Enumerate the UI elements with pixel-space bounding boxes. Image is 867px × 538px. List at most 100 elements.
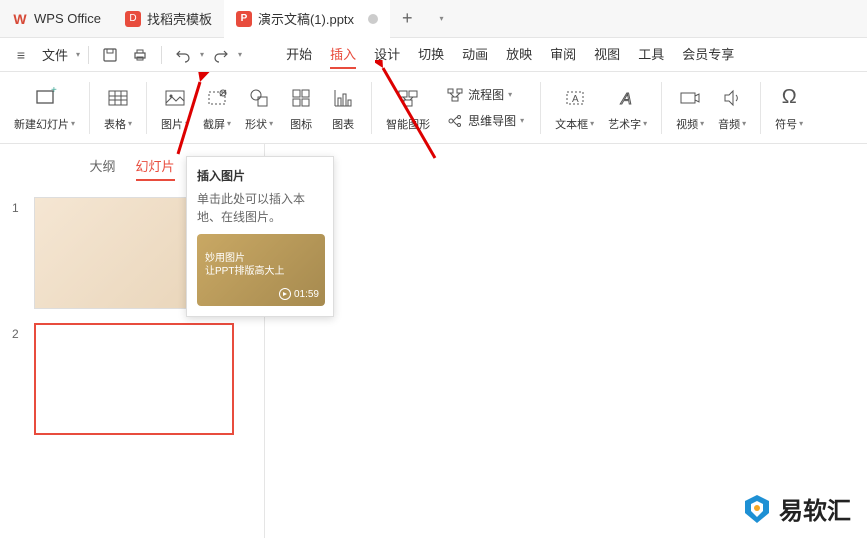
menu-tabs: 开始 插入 设计 切换 动画 放映 审阅 视图 工具 会员专享 xyxy=(286,40,734,69)
app-tab-wps[interactable]: W WPS Office xyxy=(0,0,113,38)
tab-view[interactable]: 视图 xyxy=(594,40,620,69)
chart-label: 图表 xyxy=(332,116,354,132)
template-icon: D xyxy=(125,11,141,27)
file-menu[interactable]: 文件 xyxy=(38,45,72,64)
video-button[interactable]: 视频▾ xyxy=(670,80,710,136)
ppt-icon: P xyxy=(236,11,252,27)
screenshot-icon xyxy=(203,84,231,112)
card-line1: 妙用图片 xyxy=(205,252,317,265)
image-icon xyxy=(161,84,189,112)
divider xyxy=(88,46,89,64)
file-caret-icon: ▾ xyxy=(76,50,80,59)
flowchart-label: 流程图 xyxy=(468,86,504,103)
image-button[interactable]: 图片▾ xyxy=(155,80,195,136)
watermark-text: 易软汇 xyxy=(779,491,851,526)
tab-transition[interactable]: 切换 xyxy=(418,40,444,69)
symbol-button[interactable]: Ω 符号▾ xyxy=(769,80,809,136)
tooltip-video-card[interactable]: 妙用图片 让PPT排版高大上 01:59 xyxy=(197,234,325,306)
new-slide-button[interactable]: + 新建幻灯片▾ xyxy=(8,80,81,136)
tab-template[interactable]: D 找稻壳模板 xyxy=(113,0,224,38)
slides-tab[interactable]: 幻灯片 xyxy=(136,152,175,181)
video-icon xyxy=(676,84,704,112)
table-label: 表格 xyxy=(104,116,126,132)
tab-slideshow[interactable]: 放映 xyxy=(506,40,532,69)
divider xyxy=(161,46,162,64)
tab-document-label: 演示文稿(1).pptx xyxy=(258,9,354,28)
screenshot-label: 截屏 xyxy=(203,116,225,132)
svg-text:A: A xyxy=(572,94,579,105)
flowchart-icon xyxy=(446,86,464,104)
video-duration: 01:59 xyxy=(279,288,319,300)
tooltip-title: 插入图片 xyxy=(197,167,323,184)
tab-document[interactable]: P 演示文稿(1).pptx xyxy=(224,0,390,38)
icons-icon xyxy=(287,84,315,112)
tab-template-label: 找稻壳模板 xyxy=(147,9,212,28)
flowchart-button[interactable]: 流程图▾ xyxy=(442,84,528,106)
shape-button[interactable]: 形状▾ xyxy=(239,80,279,136)
icon-label: 图标 xyxy=(290,116,312,132)
svg-text:+: + xyxy=(51,85,57,96)
print-icon[interactable] xyxy=(127,42,153,68)
duration-text: 01:59 xyxy=(294,289,319,300)
tab-review[interactable]: 审阅 xyxy=(550,40,576,69)
shape-icon xyxy=(245,84,273,112)
wordart-label: 艺术字 xyxy=(608,116,641,132)
watermark: 易软汇 xyxy=(741,491,851,526)
slide-thumb-2[interactable] xyxy=(34,323,234,435)
screenshot-button[interactable]: 截屏▾ xyxy=(197,80,237,136)
undo-caret[interactable]: ▾ xyxy=(200,50,204,59)
thumb-number: 1 xyxy=(12,197,26,215)
symbol-label: 符号 xyxy=(775,116,797,132)
play-icon xyxy=(279,288,291,300)
audio-icon xyxy=(718,84,746,112)
thumb-row: 2 xyxy=(12,323,252,435)
symbol-icon: Ω xyxy=(775,84,803,112)
save-icon[interactable] xyxy=(97,42,123,68)
table-button[interactable]: 表格▾ xyxy=(98,80,138,136)
add-tab-button[interactable]: + xyxy=(390,8,425,29)
tab-start[interactable]: 开始 xyxy=(286,40,312,69)
icon-button[interactable]: 图标 xyxy=(281,80,321,136)
wordart-icon: A xyxy=(614,84,642,112)
tab-tools[interactable]: 工具 xyxy=(638,40,664,69)
divider xyxy=(371,82,372,134)
mindmap-button[interactable]: 思维导图▾ xyxy=(442,110,528,132)
undo-icon[interactable] xyxy=(170,42,196,68)
audio-button[interactable]: 音频▾ xyxy=(712,80,752,136)
chart-button[interactable]: 图表 xyxy=(323,80,363,136)
textbox-button[interactable]: A 文本框▾ xyxy=(549,80,600,136)
hamburger-icon[interactable]: ≡ xyxy=(8,42,34,68)
image-label: 图片 xyxy=(161,116,183,132)
shape-label: 形状 xyxy=(245,116,267,132)
canvas[interactable] xyxy=(265,144,867,538)
new-slide-label: 新建幻灯片 xyxy=(14,116,69,132)
title-bar: W WPS Office D 找稻壳模板 P 演示文稿(1).pptx + ▾ xyxy=(0,0,867,38)
video-label: 视频 xyxy=(676,116,698,132)
divider xyxy=(540,82,541,134)
chart-icon xyxy=(329,84,357,112)
close-tab-icon[interactable] xyxy=(368,14,378,24)
smartart-button[interactable]: 智能图形 xyxy=(380,80,436,136)
menu-bar: ≡ 文件 ▾ ▾ ▾ 开始 插入 设计 切换 动画 放映 审阅 视图 工具 会员… xyxy=(0,38,867,72)
divider xyxy=(89,82,90,134)
tab-overflow-caret[interactable]: ▾ xyxy=(429,6,455,32)
textbox-label: 文本框 xyxy=(555,116,588,132)
tab-insert[interactable]: 插入 xyxy=(330,40,356,69)
redo-icon[interactable] xyxy=(208,42,234,68)
new-slide-icon: + xyxy=(31,84,59,112)
ribbon: + 新建幻灯片▾ 表格▾ 图片▾ 截屏▾ 形状▾ 图标 图表 智能图形 流程图▾ xyxy=(0,72,867,144)
divider xyxy=(760,82,761,134)
svg-text:A: A xyxy=(620,91,632,108)
diagram-column: 流程图▾ 思维导图▾ xyxy=(438,84,532,132)
tab-member[interactable]: 会员专享 xyxy=(682,40,734,69)
outline-tab[interactable]: 大纲 xyxy=(89,152,115,181)
tab-animation[interactable]: 动画 xyxy=(462,40,488,69)
redo-caret[interactable]: ▾ xyxy=(238,50,242,59)
tab-design[interactable]: 设计 xyxy=(374,40,400,69)
mindmap-label: 思维导图 xyxy=(468,112,516,129)
table-icon xyxy=(104,84,132,112)
card-line2: 让PPT排版高大上 xyxy=(205,265,317,278)
wps-logo-icon: W xyxy=(12,11,28,27)
insert-image-tooltip: 插入图片 单击此处可以插入本地、在线图片。 妙用图片 让PPT排版高大上 01:… xyxy=(186,156,334,317)
wordart-button[interactable]: A 艺术字▾ xyxy=(602,80,653,136)
